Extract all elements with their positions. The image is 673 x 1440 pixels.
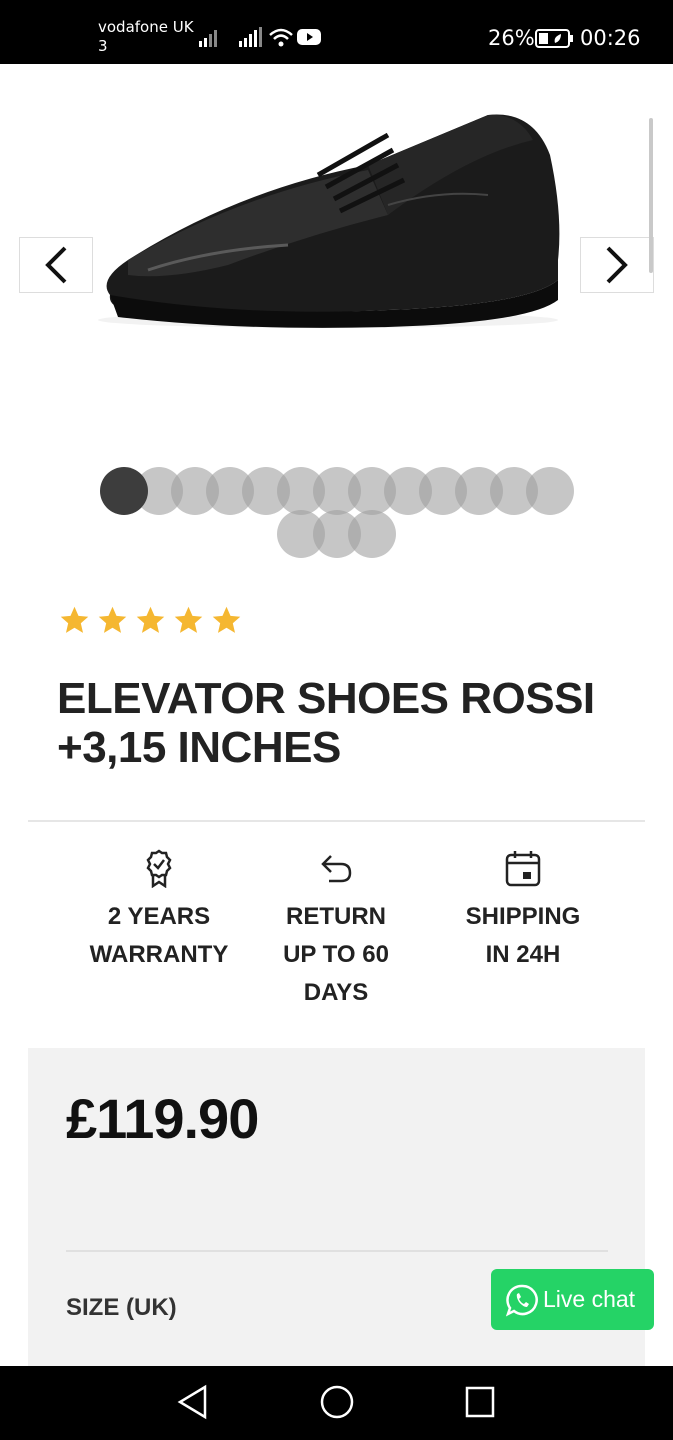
calendar-icon [505, 851, 541, 887]
product-image-shoe[interactable] [88, 95, 568, 340]
feature-shipping: SHIPPING IN 24H [428, 848, 618, 974]
gallery-dot[interactable] [525, 467, 574, 515]
product-image-gallery[interactable] [0, 0, 673, 454]
chevron-left-icon [45, 246, 67, 284]
product-title: ELEVATOR SHOES ROSSI +3,15 INCHES [57, 674, 595, 772]
divider [28, 820, 645, 822]
feature-shipping-text: SHIPPING IN 24H [465, 903, 581, 968]
live-chat-label: Live chat [543, 1286, 636, 1312]
recent-apps-icon[interactable] [464, 1384, 496, 1420]
scroll-indicator [649, 118, 653, 273]
gallery-dot[interactable] [99, 467, 148, 515]
feature-warranty-text: 2 YEARS WARRANTY [89, 903, 229, 968]
product-price: £119.90 [66, 1087, 259, 1150]
panel-divider [66, 1250, 608, 1252]
star-icon [136, 606, 165, 633]
star-icon [174, 606, 203, 633]
return-arrow-icon [321, 855, 352, 883]
live-chat-button[interactable]: Live chat [491, 1269, 654, 1330]
rating-stars [58, 604, 243, 637]
back-icon[interactable] [176, 1384, 210, 1420]
whatsapp-icon [505, 1284, 538, 1316]
star-icon [212, 606, 241, 633]
next-image-button[interactable] [580, 237, 654, 293]
star-icon [98, 606, 127, 633]
award-badge-icon [146, 849, 172, 888]
feature-return: RETURN UP TO 60 DAYS [241, 848, 431, 1012]
home-icon[interactable] [319, 1384, 355, 1420]
previous-image-button[interactable] [19, 237, 93, 293]
feature-return-text: RETURN UP TO 60 DAYS [283, 903, 389, 1006]
star-icon [60, 606, 89, 633]
chevron-right-icon [606, 246, 628, 284]
system-navigation-bar [0, 1366, 673, 1440]
feature-warranty: 2 YEARS WARRANTY [64, 848, 254, 974]
gallery-dot[interactable] [348, 510, 396, 558]
size-label: SIZE (UK) [66, 1294, 177, 1321]
